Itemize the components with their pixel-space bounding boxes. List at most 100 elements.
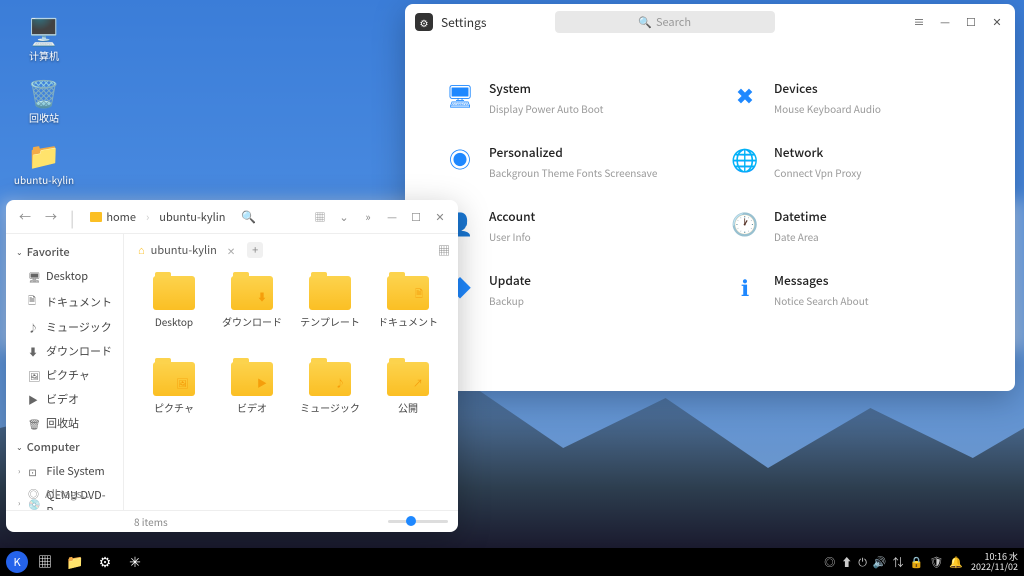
sidebar-item-label: File System	[46, 463, 104, 479]
minimize-button[interactable]: —	[382, 207, 402, 227]
clock-icon: 🕐	[730, 208, 760, 238]
file-manager-body: ⌄Favorite 🖥 Desktop 🗎ドキュメント ♪ミュージック ⬇ ダウンロ…	[6, 234, 458, 510]
folder-label: ピクチャ	[154, 400, 194, 415]
settings-item-devices[interactable]: ✖DevicesMouse Keyboard Audio	[730, 80, 975, 116]
breadcrumb-label: ubuntu-kylin	[159, 209, 225, 225]
folder-icon: 🗎	[387, 276, 429, 310]
home-icon: ⌂	[138, 242, 145, 258]
tray-notification-icon[interactable]: 🔔	[949, 554, 963, 570]
folder-label: ダウンロード	[222, 314, 282, 329]
sidebar-item-music[interactable]: ♪ミュージック	[6, 315, 123, 339]
folder-templates[interactable]: テンプレート	[294, 272, 366, 352]
tray-network-icon[interactable]: ⇅	[893, 554, 904, 570]
tab-add-button[interactable]: +	[247, 242, 263, 258]
document-icon: 🗎	[28, 292, 40, 311]
folder-videos[interactable]: ▶ビデオ	[216, 358, 288, 438]
sidebar-item-videos[interactable]: ▶ビデオ	[6, 387, 123, 411]
sidebar-group-computer[interactable]: ⌄Computer	[6, 435, 123, 459]
close-button[interactable]: ✕	[430, 207, 450, 227]
settings-item-system[interactable]: 🖥SystemDisplay Power Auto Boot	[445, 80, 690, 116]
sidebar-item-pictures[interactable]: 🖼ピクチャ	[6, 363, 123, 387]
maximize-button[interactable]: ☐	[963, 14, 979, 30]
launcher-button[interactable]: K	[6, 551, 28, 573]
tray-volume-icon[interactable]: 🔊	[873, 554, 887, 570]
sidebar-item-filesystem[interactable]: ›⊡File System	[6, 459, 123, 483]
settings-search[interactable]: 🔍 Search	[555, 11, 775, 33]
taskbar-file-manager[interactable]: 📁	[62, 550, 88, 574]
desktop-icon-home[interactable]: 📁 ubuntu-kylin	[12, 132, 76, 190]
tray-power-icon[interactable]: ⏻	[858, 554, 867, 570]
trash-icon: 🗑	[28, 416, 40, 431]
back-button[interactable]: ←	[14, 206, 36, 228]
calendar-view-button[interactable]: ▦	[438, 242, 450, 259]
globe-icon: 🌐	[730, 144, 760, 174]
monitor-icon: 🖥	[445, 80, 475, 110]
tray-security-icon[interactable]: 🛡	[929, 554, 943, 570]
breadcrumb-home[interactable]: home	[86, 207, 140, 227]
zoom-slider[interactable]	[388, 520, 448, 523]
taskbar-app[interactable]: ✳	[122, 550, 148, 574]
folder-icon: ⬇	[231, 276, 273, 310]
settings-item-sub: User Info	[489, 229, 535, 244]
breadcrumb-current[interactable]: ubuntu-kylin	[155, 207, 229, 227]
tray-icon[interactable]: ⬆	[841, 554, 852, 570]
settings-item-account[interactable]: 👤AccountUser Info	[445, 208, 690, 244]
tab-close-button[interactable]: ✕	[227, 243, 235, 258]
settings-item-network[interactable]: 🌐NetworkConnect Vpn Proxy	[730, 144, 975, 180]
sidebar-group-label: Favorite	[27, 244, 70, 260]
settings-item-sub: Backup	[489, 293, 531, 308]
settings-item-personalized[interactable]: ◉PersonalizedBackgroun Theme Fonts Scree…	[445, 144, 690, 180]
drive-icon: ⊡	[28, 464, 40, 479]
slider-thumb[interactable]	[406, 516, 416, 526]
info-icon: ℹ	[730, 272, 760, 302]
minimize-button[interactable]: —	[937, 14, 953, 30]
forward-button[interactable]: →	[40, 206, 62, 228]
tray-icon[interactable]: ◎	[824, 554, 835, 570]
folder-badge: ▶	[257, 375, 267, 390]
folder-desktop[interactable]: Desktop	[138, 272, 210, 352]
search-button[interactable]: 🔍	[237, 206, 259, 228]
menu-button[interactable]: ≡	[911, 14, 927, 30]
desktop-icon-trash[interactable]: 🗑️ 回收站	[12, 70, 76, 128]
task-view-button[interactable]: ▦	[32, 550, 58, 574]
desktop-icon-label: ubuntu-kylin	[14, 174, 74, 186]
close-button[interactable]: ✕	[989, 14, 1005, 30]
breadcrumb: home › ubuntu-kylin	[86, 207, 229, 227]
settings-item-messages[interactable]: ℹMessagesNotice Search About	[730, 272, 975, 308]
file-manager-window: ← → | home › ubuntu-kylin 🔍 ▦ ⌄ » — ☐ ✕ …	[6, 200, 458, 532]
folder-pictures[interactable]: 🖼ピクチャ	[138, 358, 210, 438]
settings-item-update[interactable]: ◆UpdateBackup	[445, 272, 690, 308]
folder-badge: ↗	[413, 375, 423, 390]
sidebar-group-favorite[interactable]: ⌄Favorite	[6, 240, 123, 264]
sidebar-item-downloads[interactable]: ⬇ダウンロード	[6, 339, 123, 363]
sidebar-item-trash[interactable]: 🗑回收站	[6, 411, 123, 435]
folder-downloads[interactable]: ⬇ ダウンロード	[216, 272, 288, 352]
sidebar-item-desktop[interactable]: 🖥 Desktop	[6, 264, 123, 288]
more-button[interactable]: »	[358, 207, 378, 227]
folder-label: ミュージック	[300, 400, 360, 415]
desktop-icon: 🖥	[28, 269, 40, 284]
folder-public[interactable]: ↗公開	[372, 358, 444, 438]
desktop-icon-computer[interactable]: 🖥️ 计算机	[12, 8, 76, 66]
sidebar-item-documents[interactable]: 🗎ドキュメント	[6, 288, 123, 315]
tray-lock-icon[interactable]: 🔒	[910, 554, 924, 570]
folder-documents[interactable]: 🗎ドキュメント	[372, 272, 444, 352]
taskbar-clock[interactable]: 10:16 水 2022/11/02	[971, 552, 1018, 572]
folder-badge: 🗎	[415, 285, 423, 304]
view-grid-button[interactable]: ▦	[310, 207, 330, 227]
settings-titlebar[interactable]: ⚙ Settings 🔍 Search ≡ — ☐ ✕	[405, 4, 1015, 40]
chevron-down-icon[interactable]: ⌄	[334, 207, 354, 227]
video-icon: ▶	[28, 392, 40, 407]
settings-grid: 🖥SystemDisplay Power Auto Boot ✖DevicesM…	[405, 40, 1015, 328]
folder-icon	[90, 212, 102, 222]
sidebar-item-label: Desktop	[46, 268, 88, 284]
sidebar-item-all-tags[interactable]: ◎All tags…	[6, 482, 124, 506]
file-manager-main: ⌂ ubuntu-kylin ✕ + ▦ Desktop ⬇ ダウンロード テンプ…	[124, 234, 458, 510]
maximize-button[interactable]: ☐	[406, 207, 426, 227]
folder-music[interactable]: ♪ミュージック	[294, 358, 366, 438]
settings-item-datetime[interactable]: 🕐DatetimeDate Area	[730, 208, 975, 244]
settings-item-head: Devices	[774, 80, 881, 97]
tab-current[interactable]: ⌂ ubuntu-kylin ✕	[132, 240, 241, 260]
taskbar-settings[interactable]: ⚙	[92, 550, 118, 574]
sidebar-item-label: ミュージック	[46, 319, 112, 335]
